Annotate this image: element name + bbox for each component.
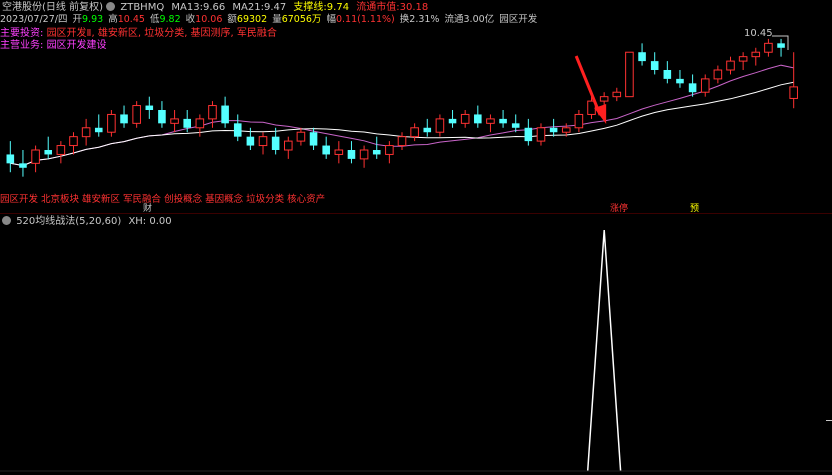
candle[interactable]: [625, 51, 634, 98]
price-pointer: [772, 35, 789, 50]
candle[interactable]: [347, 141, 356, 164]
candle[interactable]: [170, 110, 179, 133]
candle[interactable]: [764, 38, 773, 57]
candle[interactable]: [296, 127, 306, 146]
candle[interactable]: [44, 136, 53, 159]
candle[interactable]: [511, 114, 520, 133]
candle[interactable]: [233, 114, 242, 142]
candle[interactable]: [549, 118, 558, 137]
concepts-bar: 园区开发 北京板块 雄安新区 军民融合 创投概念 基因概念 垃圾分类 核心资产: [0, 194, 326, 205]
candle[interactable]: [322, 136, 330, 159]
candle[interactable]: [283, 136, 293, 159]
candle[interactable]: [385, 141, 394, 164]
candle[interactable]: [676, 70, 684, 88]
xh-label: XH:: [128, 216, 147, 227]
price-high-label: 10.45: [744, 28, 773, 39]
candle[interactable]: [31, 145, 40, 173]
candle[interactable]: [499, 110, 507, 128]
gear-icon[interactable]: [2, 216, 11, 225]
candle[interactable]: [663, 61, 672, 84]
candle[interactable]: [536, 123, 546, 146]
axis-tick: [826, 420, 832, 421]
candle[interactable]: [221, 96, 229, 128]
candle[interactable]: [789, 52, 798, 109]
indicator-header: 520均线战法(5,20,60) XH: 0.00: [2, 215, 172, 228]
candle[interactable]: [726, 56, 735, 75]
candle[interactable]: [208, 101, 217, 128]
candle[interactable]: [258, 132, 268, 155]
xh-value: 0.00: [149, 216, 172, 227]
indicator-chart[interactable]: [0, 228, 832, 473]
candle[interactable]: [751, 47, 761, 66]
candle[interactable]: [158, 101, 166, 128]
indicator-title[interactable]: 520均线战法(5,20,60): [16, 216, 121, 227]
candle[interactable]: [738, 52, 748, 70]
candle[interactable]: [474, 105, 482, 128]
candle[interactable]: [700, 74, 710, 97]
candle[interactable]: [107, 110, 116, 137]
candle[interactable]: [372, 136, 381, 159]
candle[interactable]: [524, 118, 533, 146]
ma-line-ma21: [10, 81, 794, 167]
candle[interactable]: [359, 145, 369, 168]
candlestick-chart[interactable]: [0, 0, 832, 200]
candle[interactable]: [195, 114, 205, 137]
candle[interactable]: [486, 114, 495, 133]
limit-up-tag[interactable]: 涨停: [610, 203, 628, 216]
candle[interactable]: [81, 118, 91, 146]
candle[interactable]: [777, 38, 785, 57]
candle[interactable]: [423, 118, 432, 137]
candle[interactable]: [56, 141, 66, 164]
candle[interactable]: [6, 141, 15, 173]
candle[interactable]: [132, 101, 141, 128]
candle[interactable]: [334, 141, 344, 164]
candle[interactable]: [713, 65, 723, 84]
candle[interactable]: [435, 114, 445, 137]
candle[interactable]: [460, 110, 470, 128]
candle[interactable]: [410, 123, 419, 142]
candle[interactable]: [19, 150, 27, 177]
forecast-tag[interactable]: 预: [690, 203, 699, 216]
xh-line: [586, 229, 622, 472]
candle[interactable]: [94, 114, 103, 137]
candle[interactable]: [145, 96, 154, 119]
candle[interactable]: [574, 110, 584, 133]
panel-divider: [0, 213, 832, 214]
candle[interactable]: [69, 132, 78, 155]
candle[interactable]: [397, 132, 407, 150]
candle[interactable]: [120, 105, 128, 128]
candle[interactable]: [650, 52, 659, 75]
candle[interactable]: [448, 110, 457, 128]
candle[interactable]: [599, 92, 609, 106]
candle[interactable]: [638, 43, 646, 66]
candle[interactable]: [612, 87, 622, 102]
